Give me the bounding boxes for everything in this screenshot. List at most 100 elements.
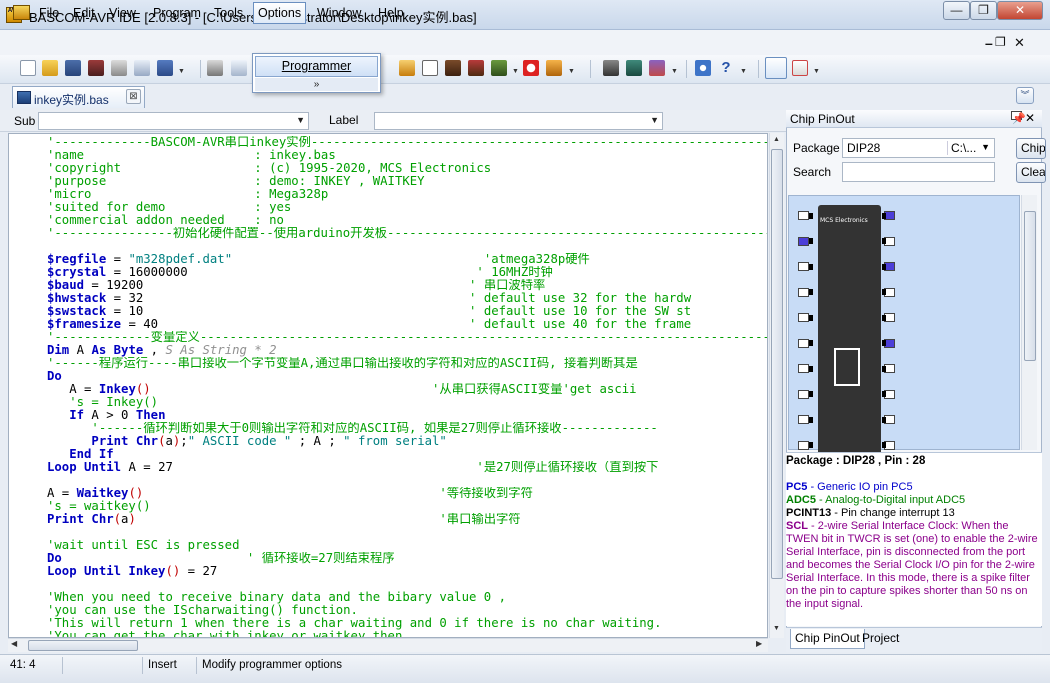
collapse-panel-icon[interactable]: ︾ bbox=[1016, 87, 1034, 104]
chip-pin[interactable] bbox=[798, 440, 809, 450]
code-line[interactable]: Print Chr(a) '串口输出字符 bbox=[47, 513, 767, 526]
chip-icon[interactable] bbox=[603, 60, 619, 76]
menu-edit[interactable]: Edit bbox=[69, 5, 99, 22]
code-line[interactable] bbox=[47, 526, 767, 539]
code-line[interactable]: Loop Until Inkey() = 27 bbox=[47, 565, 767, 578]
code-line[interactable]: 'wait until ESC is pressed bbox=[47, 539, 767, 552]
menu-options[interactable]: Options bbox=[253, 2, 307, 24]
chip-button[interactable]: Chip bbox=[1016, 138, 1046, 159]
chip-pin[interactable] bbox=[798, 236, 809, 246]
pin-icon[interactable]: 📌 bbox=[1011, 111, 1026, 125]
code-line[interactable]: 'you can use the IScharwaiting() functio… bbox=[47, 604, 767, 617]
code-line[interactable]: '------循环判断如果大于0则输出字符和对应的ASCII码, 如果是27则停… bbox=[47, 422, 767, 435]
pdf-dropdown-icon[interactable]: ▼ bbox=[813, 68, 820, 75]
chip-pin[interactable] bbox=[798, 313, 809, 322]
minimize-button[interactable]: — bbox=[943, 1, 970, 20]
print-icon[interactable] bbox=[111, 60, 127, 76]
export-dropdown-icon[interactable]: ▼ bbox=[178, 68, 185, 75]
chip-pin[interactable] bbox=[798, 415, 809, 424]
find-icon[interactable] bbox=[765, 57, 787, 79]
code-line[interactable]: Loop Until A = 27 '是27则停止循环接收（直到按下 bbox=[47, 461, 767, 474]
code-line[interactable]: 'commercial addon needed : no bbox=[47, 214, 767, 227]
chip-pin[interactable] bbox=[798, 211, 809, 220]
scrollbar-thumb[interactable] bbox=[771, 149, 783, 579]
restore-button[interactable]: ❐ bbox=[970, 1, 997, 20]
cut-icon[interactable] bbox=[207, 60, 223, 76]
code-line[interactable]: 'When you need to receive binary data an… bbox=[47, 591, 767, 604]
code-text[interactable]: '-------------BASCOM-AVR串口inkey实例-------… bbox=[47, 136, 767, 637]
simulate-icon[interactable] bbox=[546, 60, 562, 76]
tab-close-icon[interactable]: ⊠ bbox=[126, 89, 141, 104]
export-icon[interactable] bbox=[157, 60, 173, 76]
editor-horizontal-scrollbar[interactable]: ◀ ▶ bbox=[8, 638, 768, 652]
chip-pin[interactable] bbox=[798, 287, 809, 297]
program-chip-icon[interactable] bbox=[491, 60, 507, 76]
mdi-restore-button[interactable]: ❐ bbox=[995, 35, 1006, 49]
code-line[interactable]: $crystal = 16000000 ' 16MHZ时钟 bbox=[47, 266, 767, 279]
save-as-icon[interactable] bbox=[88, 60, 104, 76]
code-line[interactable]: '-------------变量定义----------------------… bbox=[47, 331, 767, 344]
save-icon[interactable] bbox=[65, 60, 81, 76]
chip-pin[interactable] bbox=[798, 389, 809, 399]
code-line[interactable]: 'You can get the char with inkey or wait… bbox=[47, 630, 767, 637]
help-dropdown-icon[interactable]: ▼ bbox=[740, 68, 747, 75]
close-icon[interactable]: ✕ bbox=[1025, 111, 1035, 125]
code-line[interactable]: $swstack = 10 ' default use 10 for the S… bbox=[47, 305, 767, 318]
open-folder-icon[interactable] bbox=[42, 60, 58, 76]
info-icon[interactable] bbox=[695, 60, 711, 76]
code-line[interactable]: 's = Inkey() bbox=[47, 396, 767, 409]
expand-menu-chevron-icon[interactable]: » bbox=[255, 78, 378, 91]
compile-icon[interactable] bbox=[445, 60, 461, 76]
document-tab[interactable]: inkey实例.bas ⊠ bbox=[12, 86, 145, 108]
tab-project[interactable]: Project bbox=[858, 629, 903, 649]
menu-view[interactable]: View bbox=[105, 5, 140, 22]
chip-pin[interactable] bbox=[798, 364, 809, 373]
copy-icon[interactable] bbox=[231, 60, 247, 76]
programmer-menu-item[interactable]: Programmer bbox=[255, 56, 378, 77]
package-select[interactable]: DIP28 C:\... ▼ bbox=[842, 138, 995, 158]
code-line[interactable] bbox=[47, 474, 767, 487]
menu-window[interactable]: Window bbox=[313, 5, 365, 22]
code-line[interactable] bbox=[47, 578, 767, 591]
chip-pin[interactable] bbox=[798, 338, 809, 348]
code-line[interactable]: '------程序运行----串口接收一个字节变量A,通过串口输出接收的字符和对… bbox=[47, 357, 767, 370]
mdi-close-button[interactable]: ✕ bbox=[1014, 35, 1025, 51]
scrollbar-thumb[interactable] bbox=[1024, 211, 1036, 361]
menu-help[interactable]: Help bbox=[374, 5, 408, 22]
sub-select[interactable]: ▼ bbox=[38, 112, 309, 130]
close-button[interactable]: ✕ bbox=[997, 1, 1043, 20]
chip-pin[interactable] bbox=[798, 262, 809, 271]
scroll-up-icon[interactable]: ▲ bbox=[773, 136, 780, 143]
compile-all-icon[interactable] bbox=[468, 60, 484, 76]
help-icon[interactable]: ? bbox=[718, 60, 734, 76]
new-file-icon[interactable] bbox=[20, 60, 36, 76]
code-line[interactable]: 'purpose : demo: INKEY , WAITKEY bbox=[47, 175, 767, 188]
code-line[interactable]: $baud = 19200 ' 串口波特率 bbox=[47, 279, 767, 292]
menu-tools[interactable]: Tools bbox=[210, 5, 247, 22]
code-line[interactable]: '-------------BASCOM-AVR串口inkey实例-------… bbox=[47, 136, 767, 149]
lab-dropdown-icon[interactable]: ▼ bbox=[671, 68, 678, 75]
pdf-icon[interactable] bbox=[792, 60, 808, 76]
stop-icon[interactable] bbox=[523, 60, 539, 76]
scroll-down-icon[interactable]: ▼ bbox=[773, 625, 780, 632]
simulate-dropdown-icon[interactable]: ▼ bbox=[568, 68, 575, 75]
code-line[interactable] bbox=[47, 240, 767, 253]
code-line[interactable]: End If bbox=[47, 448, 767, 461]
code-line[interactable]: $hwstack = 32 ' default use 32 for the h… bbox=[47, 292, 767, 305]
search-input[interactable] bbox=[842, 162, 995, 182]
code-line[interactable]: If A > 0 Then bbox=[47, 409, 767, 422]
tab-chip-pinout[interactable]: Chip PinOut bbox=[790, 629, 865, 649]
terminal-icon[interactable] bbox=[626, 60, 642, 76]
menu-file[interactable]: File bbox=[35, 5, 63, 22]
code-line[interactable]: 'name : inkey.bas bbox=[47, 149, 767, 162]
clear-button[interactable]: Clear bbox=[1016, 162, 1046, 183]
lab-icon[interactable] bbox=[649, 60, 665, 76]
code-line[interactable]: $framesize = 40 ' default use 40 for the… bbox=[47, 318, 767, 331]
code-line[interactable]: 'copyright : (c) 1995-2020, MCS Electron… bbox=[47, 162, 767, 175]
code-line[interactable]: Do bbox=[47, 370, 767, 383]
syntax-check-icon[interactable] bbox=[422, 60, 438, 76]
code-line[interactable]: Print Chr(a);" ASCII code " ; A ; " from… bbox=[47, 435, 767, 448]
chip-vertical-scrollbar[interactable] bbox=[1021, 195, 1037, 450]
label-select[interactable]: ▼ bbox=[374, 112, 663, 130]
code-line[interactable]: 'micro : Mega328p bbox=[47, 188, 767, 201]
